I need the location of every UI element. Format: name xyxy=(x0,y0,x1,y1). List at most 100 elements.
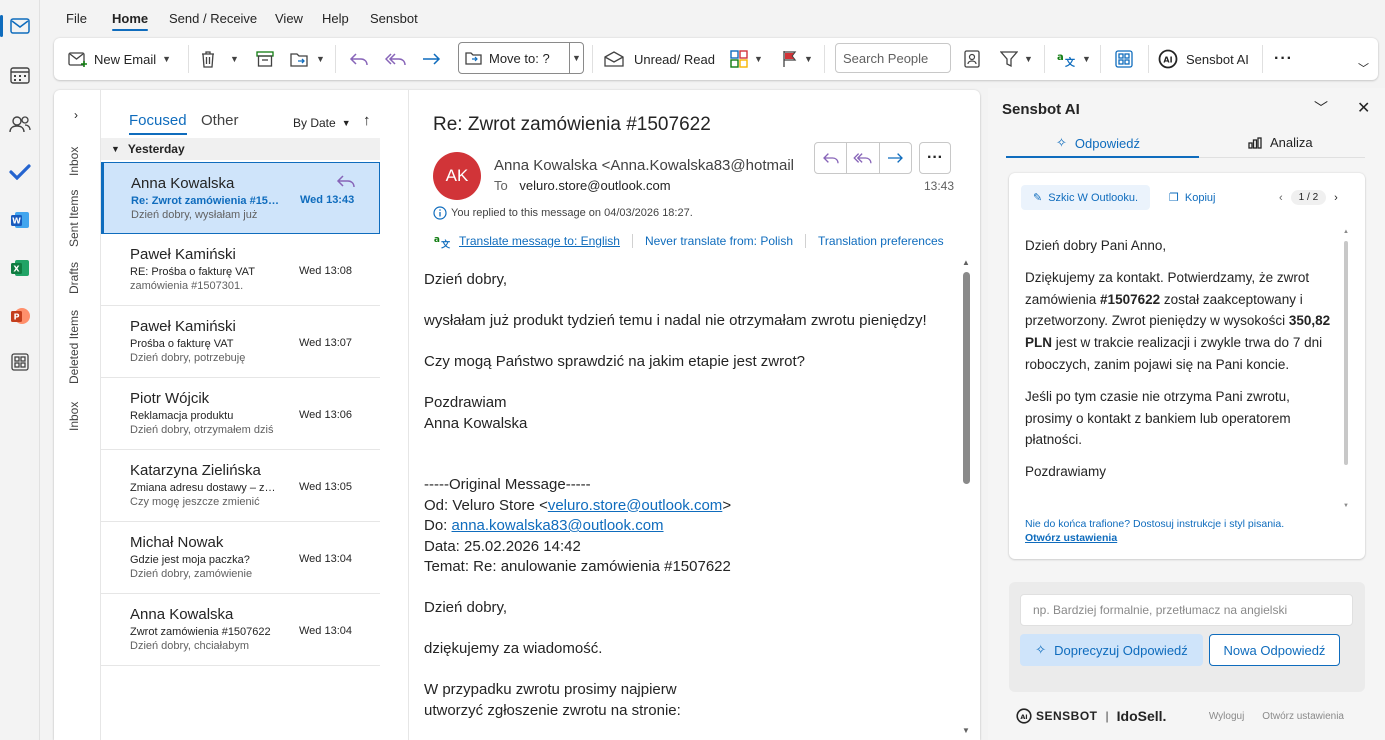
move-to-dropdown[interactable]: Move to: ? ▼ xyxy=(458,42,584,74)
mail-icon[interactable] xyxy=(0,12,34,40)
calendar-icon[interactable] xyxy=(6,61,34,89)
address-book-button[interactable] xyxy=(964,38,980,80)
chevron-down-icon[interactable]: ▼ xyxy=(569,43,583,73)
excel-icon[interactable]: X xyxy=(6,254,34,282)
menu-home[interactable]: Home xyxy=(112,11,149,31)
scroll-thumb[interactable] xyxy=(963,272,970,484)
apps-button[interactable] xyxy=(1115,38,1133,80)
reply-all-button[interactable] xyxy=(847,143,880,173)
scroll-up-icon[interactable]: ▲ xyxy=(1343,229,1349,235)
categorize-button[interactable]: ▼ xyxy=(730,38,763,80)
open-settings-footer-link[interactable]: Otwórz ustawienia xyxy=(1262,711,1344,722)
tab-analysis[interactable]: Analiza xyxy=(1248,135,1313,150)
to-address[interactable]: veluro.store@outlook.com xyxy=(519,178,670,193)
avatar[interactable]: AK xyxy=(433,152,481,200)
mail-item[interactable]: Anna Kowalska Zwrot zamówienia #1507622 … xyxy=(101,594,380,666)
move-folder-icon xyxy=(465,52,482,65)
mail-item[interactable]: Paweł Kamiński Prośba o fakturę VAT Wed … xyxy=(101,306,380,378)
forward-button[interactable] xyxy=(421,38,441,80)
main-panel: › Inbox Sent Items Drafts Deleted Items … xyxy=(54,90,980,740)
reading-scrollbar[interactable]: ▲ ▼ xyxy=(960,258,972,740)
draft-in-outlook-button[interactable]: ✎ Szkic W Outlooku. xyxy=(1021,185,1150,210)
chevron-down-icon[interactable]: ▼ xyxy=(804,54,813,64)
new-reply-button[interactable]: Nowa Odpowiedź xyxy=(1209,634,1340,666)
od-email-link[interactable]: veluro.store@outlook.com xyxy=(548,497,722,514)
menu-file[interactable]: File xyxy=(66,11,87,26)
flag-button[interactable]: ▼ xyxy=(782,38,813,80)
people-icon[interactable] xyxy=(6,110,34,138)
forward-button[interactable] xyxy=(880,143,911,173)
never-translate-link[interactable]: Never translate from: Polish xyxy=(633,234,807,248)
prev-chevron-icon[interactable]: ‹ xyxy=(1279,192,1283,204)
menu-help[interactable]: Help xyxy=(322,11,349,26)
copy-button[interactable]: ❐ Kopiuj xyxy=(1169,185,1215,210)
mail-item[interactable]: Michał Nowak Gdzie jest moja paczka? Wed… xyxy=(101,522,380,594)
menu-view[interactable]: View xyxy=(275,11,303,26)
menu-sensbot[interactable]: Sensbot xyxy=(370,11,418,26)
sensbot-ai-button[interactable]: AI Sensbot AI xyxy=(1158,38,1249,80)
expand-folders-chevron-icon[interactable]: › xyxy=(74,108,78,122)
chevron-down-icon[interactable]: ▼ xyxy=(316,54,325,64)
folder-inbox-2[interactable]: Inbox xyxy=(67,402,81,431)
svg-text:AI: AI xyxy=(1020,713,1027,721)
apps-icon[interactable] xyxy=(6,348,34,376)
scroll-thumb[interactable] xyxy=(1344,241,1348,465)
logout-link[interactable]: Wyloguj xyxy=(1209,711,1244,722)
message-from[interactable]: Anna Kowalska <Anna.Kowalska83@hotmail.c… xyxy=(494,157,794,174)
folder-sent-items[interactable]: Sent Items xyxy=(67,190,81,247)
tab-focused[interactable]: Focused xyxy=(129,112,187,135)
filter-button[interactable]: ▼ xyxy=(1000,38,1033,80)
folder-deleted-items[interactable]: Deleted Items xyxy=(67,310,81,384)
reply-all-button[interactable] xyxy=(385,38,407,80)
word-icon[interactable]: W xyxy=(6,206,34,234)
sort-by-date-button[interactable]: By Date ▼ xyxy=(293,116,351,130)
sort-direction-arrow-icon[interactable]: ↑ xyxy=(363,112,371,129)
translation-preferences-link[interactable]: Translation preferences xyxy=(806,234,956,248)
expand-ribbon-chevron-icon[interactable]: ﹀ xyxy=(1358,38,1369,80)
tab-other[interactable]: Other xyxy=(201,112,239,129)
refine-prompt-input[interactable]: np. Bardziej formalnie, przetłumacz na a… xyxy=(1020,594,1353,626)
translate-button[interactable]: a文 ▼ xyxy=(1056,38,1091,80)
reply-scrollbar[interactable]: ▲ ▼ xyxy=(1343,229,1349,509)
scroll-down-icon[interactable]: ▼ xyxy=(962,726,970,735)
chevron-down-icon[interactable]: ▼ xyxy=(230,54,239,64)
mail-item[interactable]: Paweł Kamiński RE: Prośba o fakturę VAT … xyxy=(101,234,380,306)
scroll-up-icon[interactable]: ▲ xyxy=(962,258,970,267)
group-header-yesterday[interactable]: ▼ Yesterday xyxy=(101,138,380,160)
new-email-button[interactable]: New Email ▼ xyxy=(68,38,171,80)
next-chevron-icon[interactable]: › xyxy=(1334,192,1338,204)
chevron-down-icon[interactable]: ▼ xyxy=(1024,54,1033,64)
search-people-input[interactable]: Search People xyxy=(835,43,951,73)
divider xyxy=(1199,157,1365,158)
folder-drafts[interactable]: Drafts xyxy=(67,262,81,294)
reply-button[interactable] xyxy=(349,38,369,80)
folder-inbox[interactable]: Inbox xyxy=(67,147,81,176)
mail-item[interactable]: Piotr Wójcik Reklamacja produktu Wed 13:… xyxy=(101,378,380,450)
archive-button[interactable] xyxy=(256,38,274,80)
todo-icon[interactable] xyxy=(6,158,34,186)
translate-message-link[interactable]: Translate message to: English xyxy=(451,234,633,248)
unread-read-button[interactable]: Unread/ Read xyxy=(604,38,715,80)
scroll-down-icon[interactable]: ▼ xyxy=(1343,503,1349,509)
chevron-down-icon[interactable]: ▼ xyxy=(1082,54,1091,64)
reply-button[interactable] xyxy=(815,143,848,173)
do-email-link[interactable]: anna.kowalska83@outlook.com xyxy=(452,517,664,534)
more-options-button[interactable]: ··· xyxy=(1274,38,1293,80)
open-settings-link[interactable]: Otwórz ustawienia xyxy=(1025,531,1284,545)
menu-send-receive[interactable]: Send / Receive xyxy=(169,11,257,26)
message-time: 13:43 xyxy=(924,179,955,193)
close-icon[interactable]: ✕ xyxy=(1357,98,1370,118)
message-more-button[interactable]: ··· xyxy=(919,142,951,174)
collapse-chevron-icon[interactable]: ﹀ xyxy=(1314,98,1328,118)
svg-text:W: W xyxy=(12,217,21,226)
mail-item[interactable]: Anna Kowalska Re: Zwrot zamówienia #1507… xyxy=(101,162,380,234)
tab-reply[interactable]: ✧ Odpowiedź xyxy=(1056,135,1140,151)
chevron-down-icon[interactable]: ▼ xyxy=(754,54,763,64)
delete-button[interactable]: ▼ xyxy=(200,38,239,80)
move-button[interactable]: ▼ xyxy=(290,38,325,80)
powerpoint-icon[interactable]: P xyxy=(6,302,34,330)
reply-paragraph: Dziękujemy za kontakt. Potwierdzamy, że … xyxy=(1025,267,1337,376)
chevron-down-icon[interactable]: ▼ xyxy=(162,54,171,64)
refine-reply-button[interactable]: ✧ Doprecyzuj Odpowiedź xyxy=(1020,634,1203,666)
mail-item[interactable]: Katarzyna Zielińska Zmiana adresu dostaw… xyxy=(101,450,380,522)
